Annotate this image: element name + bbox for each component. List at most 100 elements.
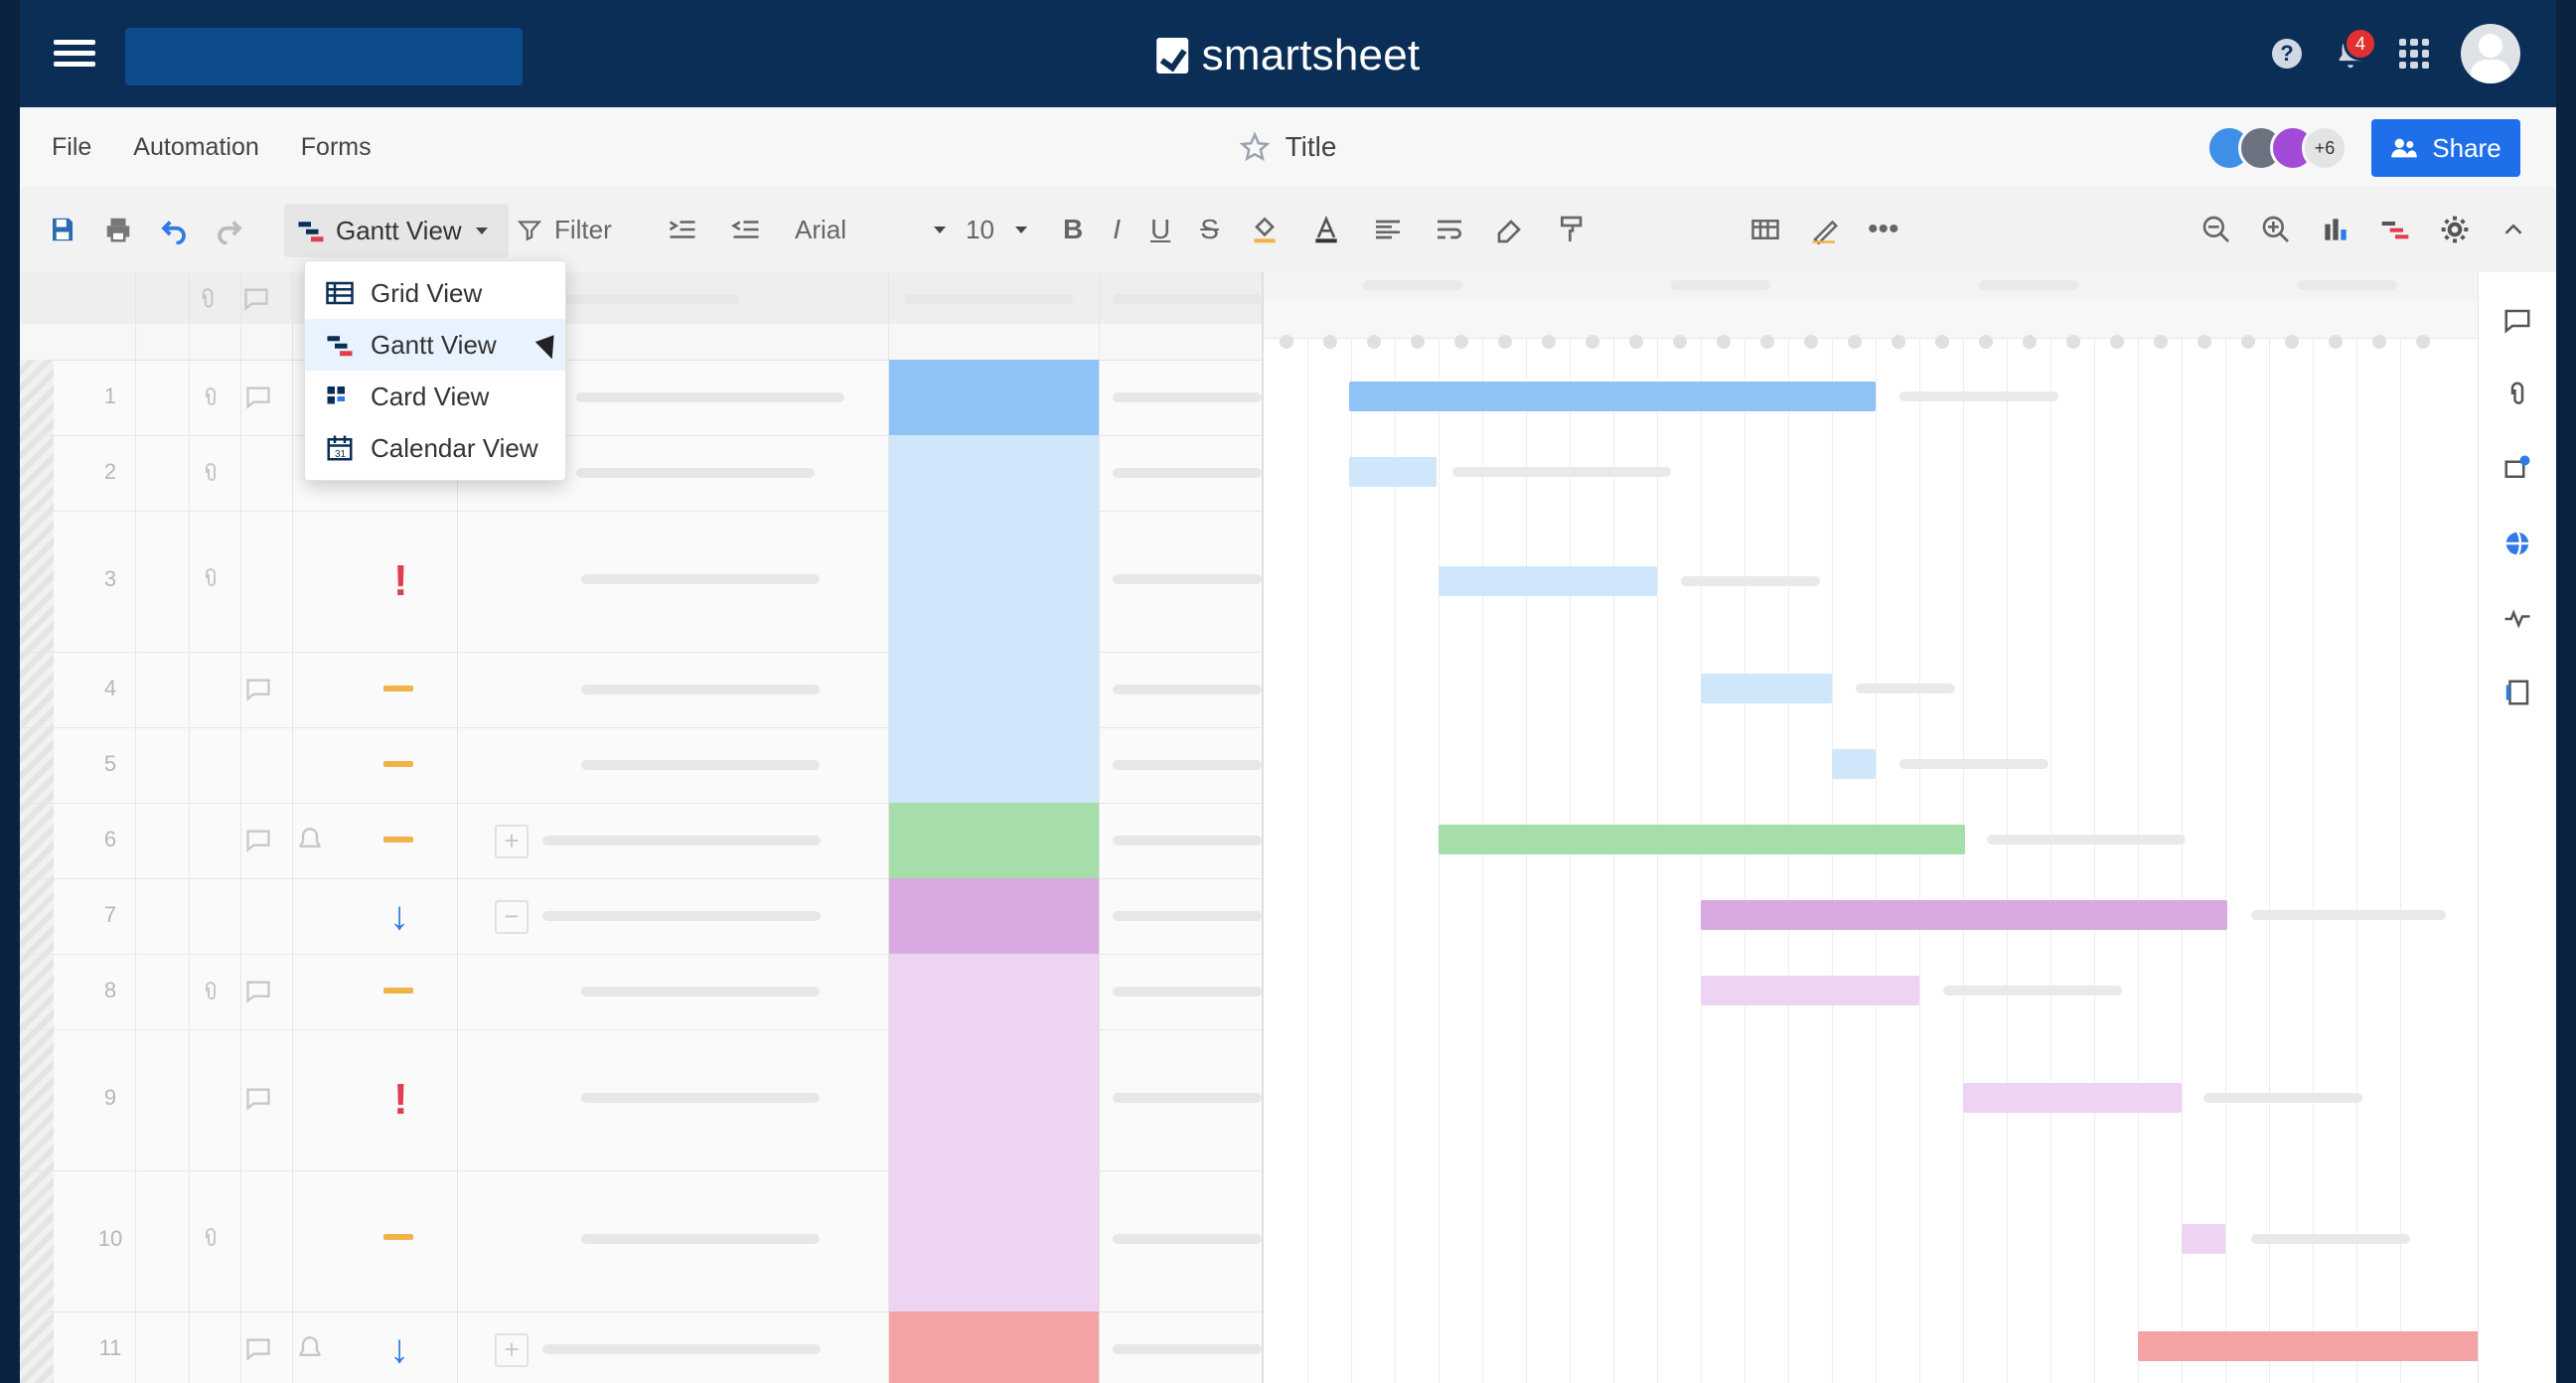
collapse-toolbar-chevron-up-icon[interactable]: [2499, 215, 2528, 244]
gantt-task-bar[interactable]: [1439, 825, 1965, 854]
table-row[interactable]: 11 ↓ +: [20, 1311, 1262, 1383]
table-row[interactable]: 10: [20, 1170, 1262, 1312]
font-size-select[interactable]: 10: [966, 187, 1027, 272]
comment-icon[interactable]: [244, 676, 272, 703]
summary-panel-icon[interactable]: [2502, 678, 2532, 707]
gantt-task-bar[interactable]: [1832, 749, 1876, 779]
bold-icon[interactable]: B: [1063, 214, 1083, 245]
gantt-task-bar[interactable]: [1701, 976, 1919, 1005]
attachment-icon[interactable]: [199, 385, 223, 409]
table-row[interactable]: 7 ↓ −: [20, 878, 1262, 955]
reminder-bell-icon[interactable]: [296, 827, 324, 854]
wrap-text-icon[interactable]: [1434, 214, 1465, 245]
expand-row-plus-icon[interactable]: +: [495, 1333, 529, 1367]
highlight-icon[interactable]: [1808, 215, 1842, 244]
attachment-icon[interactable]: [199, 461, 223, 485]
redo-icon[interactable]: [215, 204, 244, 255]
menu-automation[interactable]: Automation: [133, 133, 258, 162]
gantt-task-bar[interactable]: [1963, 1083, 2182, 1113]
attachments-panel-icon[interactable]: [2502, 380, 2532, 409]
fill-color-icon[interactable]: [1249, 214, 1281, 245]
insert-table-icon[interactable]: [1748, 215, 1782, 244]
format-painter-icon[interactable]: [1557, 214, 1589, 245]
attachment-icon[interactable]: [199, 1226, 223, 1250]
zoom-out-icon[interactable]: [2200, 214, 2232, 245]
status-color-cell[interactable]: [889, 803, 1099, 878]
print-icon[interactable]: [103, 204, 133, 255]
strikethrough-icon[interactable]: S: [1200, 214, 1219, 245]
gantt-task-bar[interactable]: [2182, 1224, 2225, 1254]
help-icon[interactable]: ?: [2272, 39, 2302, 69]
comment-icon[interactable]: [244, 1085, 272, 1113]
reminder-bell-icon[interactable]: [296, 1335, 324, 1363]
table-row[interactable]: 2: [20, 435, 1262, 512]
menu-file[interactable]: File: [52, 133, 91, 162]
gantt-task-bar[interactable]: [1701, 674, 1832, 703]
dropdown-item-calendar-view[interactable]: 31 Calendar View: [305, 422, 565, 474]
expand-row-plus-icon[interactable]: +: [495, 825, 529, 858]
status-color-cell[interactable]: [889, 954, 1099, 1029]
indent-icon[interactable]: [729, 215, 763, 244]
status-color-cell[interactable]: [889, 511, 1099, 652]
gantt-task-bar[interactable]: [2138, 1331, 2486, 1361]
status-color-cell[interactable]: [889, 435, 1099, 511]
italic-icon[interactable]: I: [1113, 214, 1121, 245]
collaborators-avatars[interactable]: +6: [2206, 125, 2348, 171]
dropdown-item-grid-view[interactable]: Grid View: [305, 267, 565, 319]
comment-icon[interactable]: [244, 978, 272, 1005]
menu-hamburger-icon[interactable]: [54, 34, 95, 74]
font-family-select[interactable]: Arial: [795, 187, 946, 272]
clear-format-eraser-icon[interactable]: [1495, 214, 1527, 245]
gantt-task-bar[interactable]: [1701, 900, 2227, 930]
table-row[interactable]: 3 !: [20, 511, 1262, 653]
comments-panel-icon[interactable]: [2502, 306, 2532, 336]
underline-icon[interactable]: U: [1150, 214, 1170, 245]
more-options-icon[interactable]: •••: [1868, 213, 1899, 246]
status-color-cell[interactable]: [889, 360, 1099, 435]
menu-forms[interactable]: Forms: [301, 133, 372, 162]
comment-icon[interactable]: [244, 1335, 272, 1363]
align-icon[interactable]: [1372, 214, 1404, 245]
dropdown-item-gantt-view[interactable]: Gantt View: [305, 319, 565, 371]
view-switcher-button[interactable]: Gantt View: [284, 204, 509, 257]
favorite-star-icon[interactable]: [1239, 132, 1270, 162]
settings-gear-icon[interactable]: [2439, 214, 2471, 245]
save-icon[interactable]: [48, 204, 77, 255]
table-row[interactable]: 8: [20, 954, 1262, 1030]
sheet-title[interactable]: Title: [1286, 131, 1337, 163]
status-color-cell[interactable]: [889, 1029, 1099, 1170]
text-color-icon[interactable]: [1310, 214, 1342, 245]
outdent-icon[interactable]: [666, 215, 699, 244]
status-color-cell[interactable]: [889, 878, 1099, 954]
comment-icon[interactable]: [244, 384, 272, 411]
status-color-cell[interactable]: [889, 1311, 1099, 1383]
status-color-cell[interactable]: [889, 652, 1099, 727]
publish-globe-icon[interactable]: [2502, 529, 2532, 558]
undo-icon[interactable]: [159, 204, 189, 255]
table-row[interactable]: 5: [20, 727, 1262, 804]
activity-log-icon[interactable]: [2502, 604, 2532, 634]
zoom-in-icon[interactable]: [2260, 214, 2292, 245]
table-row[interactable]: 4: [20, 652, 1262, 728]
user-avatar[interactable]: [2461, 24, 2520, 83]
resource-view-icon[interactable]: [2320, 214, 2351, 245]
dropdown-item-card-view[interactable]: Card View: [305, 371, 565, 422]
attachment-icon[interactable]: [199, 566, 223, 590]
notifications-bell-icon[interactable]: 4: [2334, 27, 2377, 71]
table-row[interactable]: 1: [20, 360, 1262, 436]
table-row[interactable]: 9 !: [20, 1029, 1262, 1171]
gantt-task-bar[interactable]: [1349, 457, 1437, 487]
gantt-task-bar[interactable]: [1439, 566, 1657, 596]
update-requests-icon[interactable]: [2502, 453, 2532, 483]
critical-path-icon[interactable]: [2379, 214, 2411, 245]
workspace-search-bar[interactable]: [125, 28, 523, 85]
app-launcher-grid-icon[interactable]: [2399, 39, 2429, 69]
table-row[interactable]: 6 +: [20, 803, 1262, 879]
gantt-task-bar[interactable]: [1349, 382, 1876, 411]
attachment-icon[interactable]: [199, 980, 223, 1003]
status-color-cell[interactable]: [889, 727, 1099, 803]
collapse-row-minus-icon[interactable]: −: [495, 900, 529, 934]
share-button[interactable]: Share: [2371, 119, 2520, 177]
comment-icon[interactable]: [244, 827, 272, 854]
status-color-cell[interactable]: [889, 1170, 1099, 1311]
